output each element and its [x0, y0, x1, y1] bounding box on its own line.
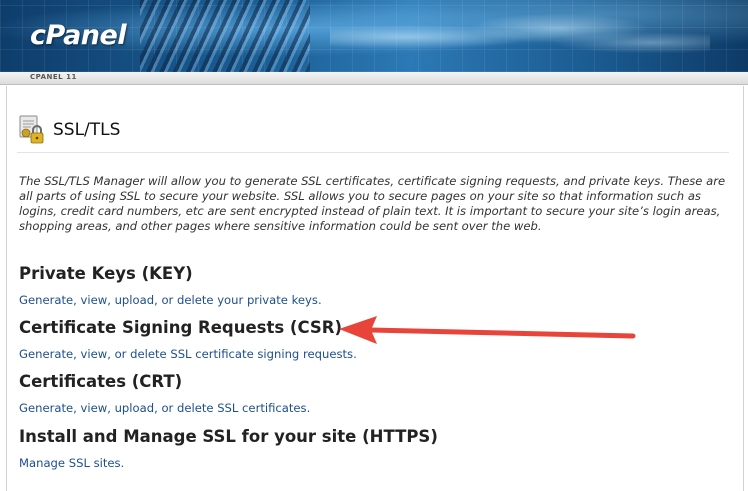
- version-label: CPANEL 11: [30, 73, 77, 81]
- banner-world-map: [330, 8, 710, 66]
- csr-link[interactable]: Generate, view, or delete SSL certificat…: [19, 347, 357, 361]
- page-header: SSL/TLS: [17, 112, 120, 148]
- section-title-private-keys: Private Keys (KEY): [19, 264, 193, 283]
- certificates-link[interactable]: Generate, view, upload, or delete SSL ce…: [19, 401, 310, 415]
- red-arrow-icon: [337, 313, 637, 353]
- intro-text: The SSL/TLS Manager will allow you to ge…: [19, 174, 726, 233]
- ssl-certificate-lock-icon: [17, 114, 45, 146]
- version-bar: [0, 72, 748, 85]
- header-banner: cPanel: [0, 0, 748, 72]
- private-keys-link[interactable]: Generate, view, upload, or delete your p…: [19, 293, 322, 307]
- main-content: SSL/TLS The SSL/TLS Manager will allow y…: [6, 86, 744, 491]
- cpanel-logo[interactable]: cPanel: [30, 20, 127, 51]
- page-title: SSL/TLS: [53, 120, 121, 140]
- section-title-csr: Certificate Signing Requests (CSR): [19, 318, 343, 337]
- title-divider: [17, 152, 729, 153]
- section-title-certificates: Certificates (CRT): [19, 372, 183, 391]
- manage-ssl-link[interactable]: Manage SSL sites.: [19, 456, 124, 470]
- banner-cables: [140, 0, 310, 72]
- section-title-install-ssl: Install and Manage SSL for your site (HT…: [19, 427, 438, 446]
